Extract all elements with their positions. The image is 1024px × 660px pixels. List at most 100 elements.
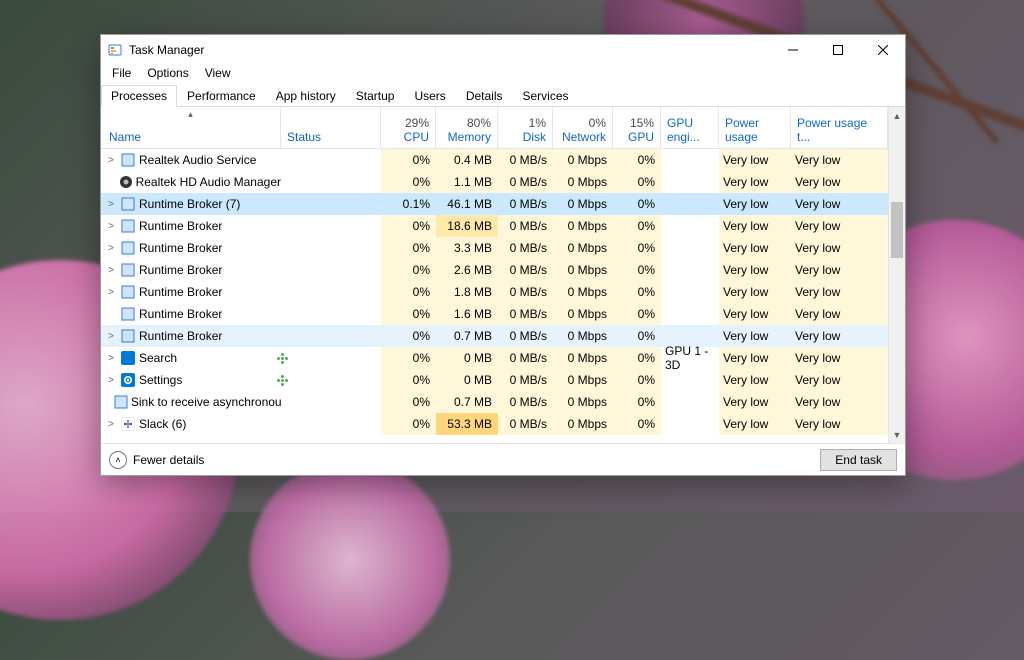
end-task-button[interactable]: End task xyxy=(820,449,897,471)
gpu-cell: 0% xyxy=(613,347,661,369)
power-usage-trend-cell: Very low xyxy=(791,193,888,215)
power-usage-trend-cell: Very low xyxy=(791,259,888,281)
tab-details[interactable]: Details xyxy=(456,85,513,107)
power-usage-trend-cell: Very low xyxy=(791,281,888,303)
network-cell: 0 Mbps xyxy=(553,347,613,369)
process-status xyxy=(281,237,381,259)
gpu-engine-cell xyxy=(661,215,719,237)
close-button[interactable] xyxy=(860,35,905,64)
network-cell: 0 Mbps xyxy=(553,259,613,281)
col-network[interactable]: 0%Network xyxy=(553,107,613,148)
titlebar[interactable]: Task Manager xyxy=(101,35,905,64)
menubar: FileOptionsView xyxy=(101,64,905,84)
process-icon xyxy=(120,218,136,234)
disk-cell: 0 MB/s xyxy=(498,215,553,237)
process-row[interactable]: >Sink to receive asynchronous ca...0%0.7… xyxy=(101,391,888,413)
process-row[interactable]: >Runtime Broker0%3.3 MB0 MB/s0 Mbps0%Ver… xyxy=(101,237,888,259)
expand-chevron-icon[interactable]: > xyxy=(105,199,117,210)
gpu-engine-cell xyxy=(661,369,719,391)
scroll-thumb[interactable] xyxy=(891,202,903,258)
process-name: Realtek HD Audio Manager xyxy=(136,175,281,189)
power-usage-trend-cell: Very low xyxy=(791,413,888,435)
cpu-cell: 0% xyxy=(381,215,436,237)
minimize-button[interactable] xyxy=(770,35,815,64)
expand-chevron-icon[interactable]: > xyxy=(105,331,117,342)
network-cell: 0 Mbps xyxy=(553,325,613,347)
process-row[interactable]: >Runtime Broker0%18.6 MB0 MB/s0 Mbps0%Ve… xyxy=(101,215,888,237)
memory-cell: 0 MB xyxy=(436,369,498,391)
vertical-scrollbar[interactable]: ▲ ▼ xyxy=(888,107,905,443)
tab-app-history[interactable]: App history xyxy=(266,85,346,107)
process-row[interactable]: >Runtime Broker0%2.6 MB0 MB/s0 Mbps0%Ver… xyxy=(101,259,888,281)
col-gpu[interactable]: 15%GPU xyxy=(613,107,661,148)
menu-file[interactable]: File xyxy=(105,64,138,84)
process-icon xyxy=(120,372,136,388)
process-name: Runtime Broker xyxy=(139,241,222,255)
process-row[interactable]: >Settings0%0 MB0 MB/s0 Mbps0%Very lowVer… xyxy=(101,369,888,391)
process-row[interactable]: >Realtek Audio Service0%0.4 MB0 MB/s0 Mb… xyxy=(101,149,888,171)
gpu-engine-cell xyxy=(661,193,719,215)
process-icon xyxy=(119,174,133,190)
disk-cell: 0 MB/s xyxy=(498,281,553,303)
memory-cell: 1.6 MB xyxy=(436,303,498,325)
process-icon xyxy=(120,416,136,432)
menu-options[interactable]: Options xyxy=(140,64,195,84)
fewer-details-label: Fewer details xyxy=(133,453,204,467)
col-name[interactable]: ▴ Name xyxy=(101,107,281,148)
power-usage-cell: Very low xyxy=(719,369,791,391)
memory-cell: 1.8 MB xyxy=(436,281,498,303)
col-name-label: Name xyxy=(109,130,274,144)
power-usage-cell: Very low xyxy=(719,303,791,325)
col-gpu-engine[interactable]: GPU engi... xyxy=(661,107,719,148)
col-cpu[interactable]: 29%CPU xyxy=(381,107,436,148)
process-icon xyxy=(120,284,136,300)
disk-cell: 0 MB/s xyxy=(498,347,553,369)
memory-cell: 46.1 MB xyxy=(436,193,498,215)
gpu-engine-cell: GPU 1 - 3D xyxy=(661,347,719,369)
process-status xyxy=(281,281,381,303)
expand-chevron-icon[interactable]: > xyxy=(105,155,117,166)
process-icon xyxy=(114,394,128,410)
disk-cell: 0 MB/s xyxy=(498,237,553,259)
tab-processes[interactable]: Processes xyxy=(101,85,177,107)
network-cell: 0 Mbps xyxy=(553,193,613,215)
disk-cell: 0 MB/s xyxy=(498,149,553,171)
expand-chevron-icon[interactable]: > xyxy=(105,375,117,386)
col-disk[interactable]: 1%Disk xyxy=(498,107,553,148)
col-memory[interactable]: 80%Memory xyxy=(436,107,498,148)
process-row[interactable]: >Search0%0 MB0 MB/s0 Mbps0%GPU 1 - 3DVer… xyxy=(101,347,888,369)
col-power-usage-trend[interactable]: Power usage t... xyxy=(791,107,888,148)
scroll-track[interactable] xyxy=(889,124,905,426)
tab-startup[interactable]: Startup xyxy=(346,85,405,107)
memory-cell: 3.3 MB xyxy=(436,237,498,259)
scroll-up-button[interactable]: ▲ xyxy=(889,107,905,124)
expand-chevron-icon[interactable]: > xyxy=(105,243,117,254)
col-status[interactable]: Status xyxy=(281,107,381,148)
menu-view[interactable]: View xyxy=(198,64,238,84)
cpu-cell: 0% xyxy=(381,303,436,325)
scroll-down-button[interactable]: ▼ xyxy=(889,426,905,443)
fewer-details-button[interactable]: ˄ Fewer details xyxy=(109,451,204,469)
process-row[interactable]: >Runtime Broker (7)0.1%46.1 MB0 MB/s0 Mb… xyxy=(101,193,888,215)
maximize-button[interactable] xyxy=(815,35,860,64)
process-row[interactable]: >Runtime Broker0%1.6 MB0 MB/s0 Mbps0%Ver… xyxy=(101,303,888,325)
process-row[interactable]: >Runtime Broker0%0.7 MB0 MB/s0 Mbps0%Ver… xyxy=(101,325,888,347)
process-row[interactable]: >Runtime Broker0%1.8 MB0 MB/s0 Mbps0%Ver… xyxy=(101,281,888,303)
process-name: Runtime Broker xyxy=(139,263,222,277)
expand-chevron-icon[interactable]: > xyxy=(105,221,117,232)
tab-users[interactable]: Users xyxy=(404,85,455,107)
process-name: Sink to receive asynchronous ca... xyxy=(131,395,281,409)
memory-cell: 18.6 MB xyxy=(436,215,498,237)
tab-performance[interactable]: Performance xyxy=(177,85,266,107)
process-row[interactable]: >Slack (6)0%53.3 MB0 MB/s0 Mbps0%Very lo… xyxy=(101,413,888,435)
process-status xyxy=(281,413,381,435)
expand-chevron-icon[interactable]: > xyxy=(105,353,117,364)
disk-cell: 0 MB/s xyxy=(498,325,553,347)
col-power-usage[interactable]: Power usage xyxy=(719,107,791,148)
expand-chevron-icon[interactable]: > xyxy=(105,419,117,430)
process-icon xyxy=(120,350,136,366)
tab-services[interactable]: Services xyxy=(513,85,579,107)
expand-chevron-icon[interactable]: > xyxy=(105,287,117,298)
expand-chevron-icon[interactable]: > xyxy=(105,265,117,276)
process-row[interactable]: >Realtek HD Audio Manager0%1.1 MB0 MB/s0… xyxy=(101,171,888,193)
